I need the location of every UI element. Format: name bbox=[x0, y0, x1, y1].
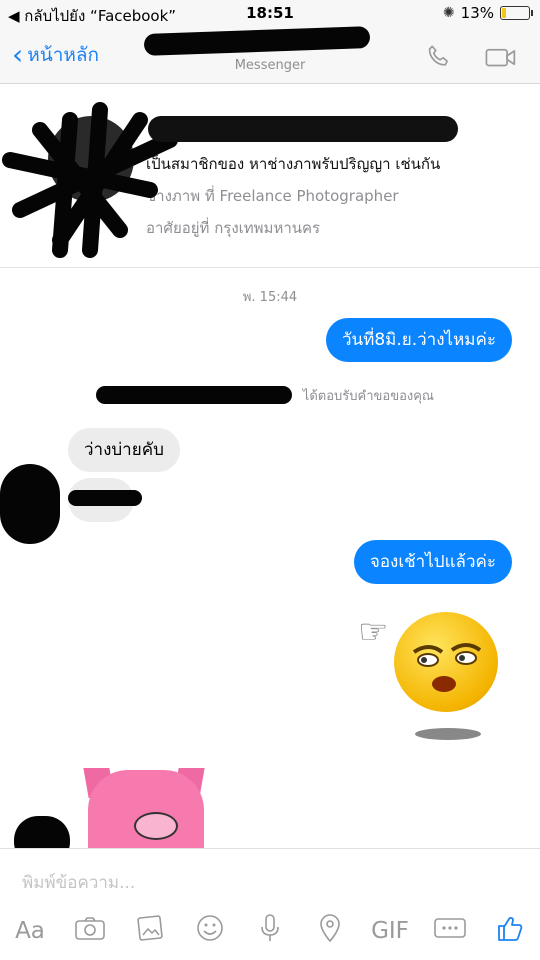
sender-avatar-redaction bbox=[0, 464, 60, 544]
pig-snout bbox=[134, 812, 178, 840]
microphone-icon[interactable] bbox=[250, 913, 290, 949]
gif-icon[interactable]: GIF bbox=[370, 918, 410, 944]
composer-toolbar: Aa GIF bbox=[0, 909, 540, 953]
video-call-icon[interactable] bbox=[484, 42, 518, 76]
redaction-scribble bbox=[148, 116, 458, 142]
battery-icon bbox=[500, 6, 533, 20]
photo-gallery-icon[interactable] bbox=[130, 914, 170, 948]
incoming-message[interactable]: ว่างบ่ายคับ bbox=[68, 428, 180, 472]
message-input[interactable]: พิมพ์ข้อความ... bbox=[22, 869, 135, 896]
more-options-icon[interactable] bbox=[430, 916, 470, 946]
outgoing-message[interactable]: จองเช้าไปแล้วค่ะ bbox=[353, 540, 512, 584]
emoji-icon[interactable] bbox=[190, 913, 230, 949]
pointing-hand-icon: ☞ bbox=[358, 612, 389, 652]
location-pin-icon[interactable] bbox=[310, 913, 350, 949]
camera-icon[interactable] bbox=[70, 915, 110, 947]
status-bar: ◀ กลับไปยัง “Facebook” 18:51 ✺ 13% bbox=[0, 0, 540, 28]
sticker-shadow bbox=[415, 728, 481, 740]
call-actions bbox=[424, 42, 518, 76]
phone-call-icon[interactable] bbox=[424, 42, 454, 76]
back-label: หน้าหลัก bbox=[27, 44, 100, 66]
redaction-scribble bbox=[96, 386, 292, 404]
battery-percent: 13% bbox=[460, 4, 494, 22]
thumbs-up-icon[interactable] bbox=[490, 913, 530, 949]
message-timestamp: พ. 15:44 bbox=[242, 290, 298, 305]
message-composer: พิมพ์ข้อความ... Aa GIF bbox=[0, 848, 540, 960]
redaction-scribble bbox=[68, 490, 142, 506]
back-button[interactable]: ‹ หน้าหลัก bbox=[12, 40, 99, 70]
outgoing-message[interactable]: วันที่8มิ.ย.ว่างไหมค่ะ bbox=[325, 318, 512, 362]
activity-spinner-icon: ✺ bbox=[442, 5, 455, 21]
conversation-subtitle: Messenger bbox=[234, 58, 306, 73]
text-format-icon[interactable]: Aa bbox=[10, 918, 50, 944]
status-right: ✺ 13% bbox=[442, 4, 533, 22]
chevron-left-icon: ‹ bbox=[12, 38, 24, 71]
smug-emoji-sticker[interactable] bbox=[394, 612, 498, 712]
